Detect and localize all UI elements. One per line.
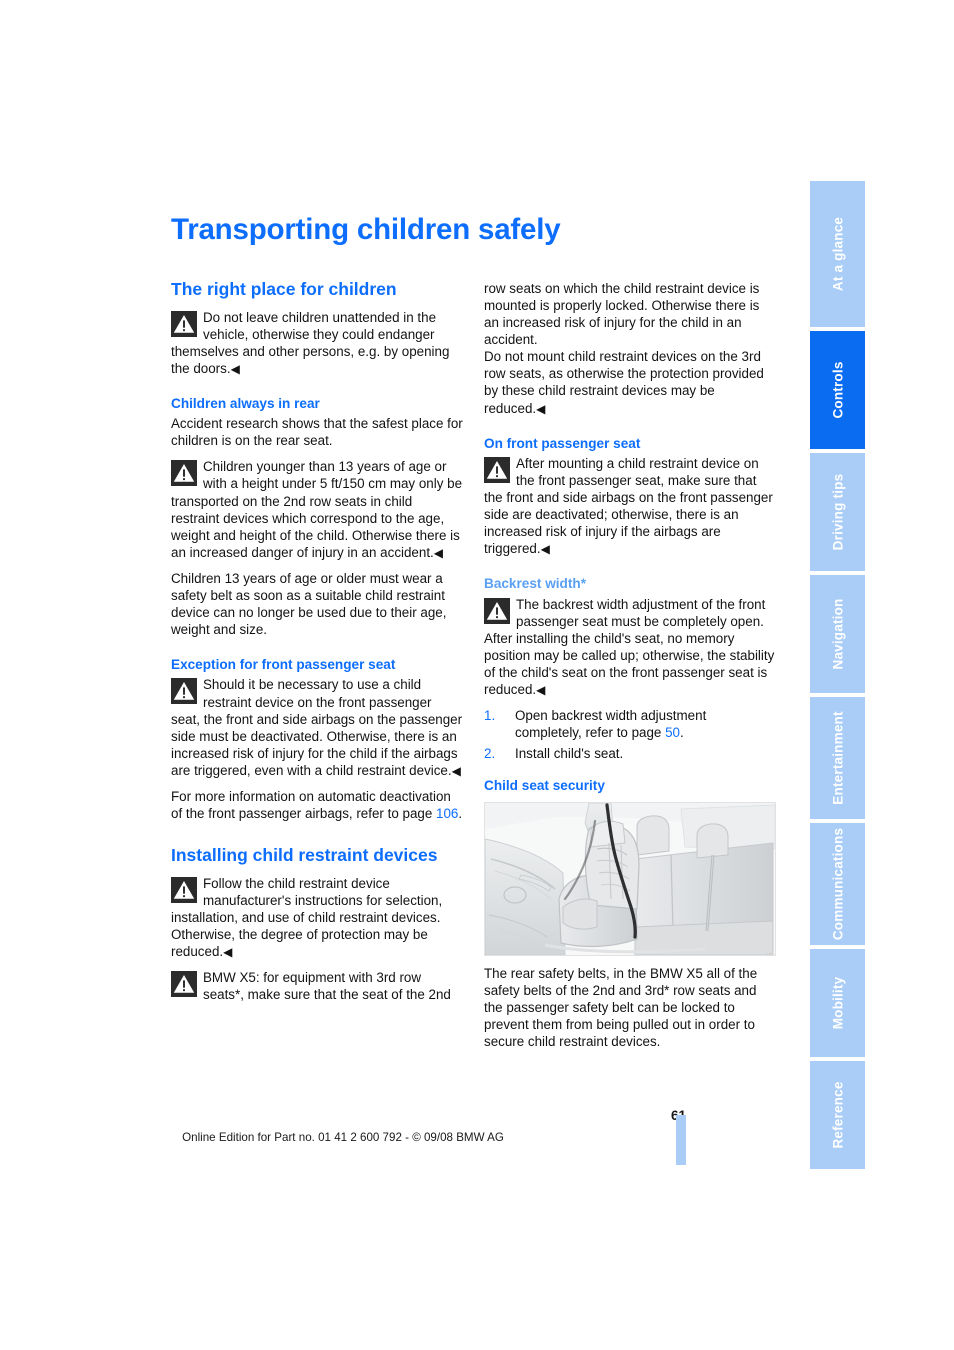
instruction-steps-list: 1. Open backrest width adjustment complet…: [484, 707, 776, 762]
paragraph-text: For more information on automatic deacti…: [171, 788, 451, 821]
subheading-children-always-in-rear: Children always in rear: [171, 395, 320, 411]
footer-edition-notice: Online Edition for Part no. 01 41 2 600 …: [182, 1131, 504, 1144]
step-number: 2.: [484, 746, 496, 762]
sidebar-tab-label: Reference: [830, 1081, 845, 1149]
paragraph-rear-safety-belts: The rear safety belts, in the BMW X5 all…: [484, 965, 758, 1050]
end-of-warning-icon: ◀: [536, 683, 546, 698]
sidebar-tab-label: Mobility: [830, 976, 845, 1030]
page-reference-link-106[interactable]: 106: [436, 806, 458, 821]
sidebar-tab-entertainment[interactable]: Entertainment: [810, 697, 865, 819]
section-heading-right-place: The right place for children: [171, 278, 397, 299]
page-content: Transporting children safely The right p…: [171, 213, 786, 1049]
step-number: 1.: [484, 708, 496, 724]
figure-child-seat-in-rear: W01110305: [484, 801, 776, 956]
warning-do-not-leave-children: Do not leave children unattended in the …: [171, 309, 463, 377]
end-of-warning-icon: ◀: [536, 401, 546, 416]
sidebar-tab-mobility[interactable]: Mobility: [810, 949, 865, 1057]
list-item: 1. Open backrest width adjustment complet…: [484, 707, 776, 741]
warning-text: After mounting a child restraint device …: [484, 455, 773, 557]
step-text: Install child's seat.: [515, 746, 624, 762]
warning-triangle-icon: [171, 876, 197, 903]
paragraph-children-13-or-older: Children 13 years of age or older must w…: [171, 570, 447, 638]
sidebar-tab-navigation[interactable]: Navigation: [810, 575, 865, 693]
warning-text: Do not leave children unattended in the …: [171, 309, 450, 376]
warning-backrest-width-adjustment: The backrest width adjustment of the fro…: [484, 596, 776, 698]
warning-bmw-x5-3rd-row: BMW X5: for equipment with 3rd row seats…: [171, 969, 463, 1003]
warning-triangle-icon: [171, 678, 197, 705]
subheading-on-front-passenger-seat: On front passenger seat: [484, 435, 641, 451]
sidebar-tab-label: Driving tips: [830, 473, 845, 551]
warning-children-under-13: Children younger than 13 years of age or…: [171, 458, 463, 560]
warning-front-passenger-airbag: Should it be necessary to use a child re…: [171, 676, 463, 778]
end-of-warning-icon: ◀: [433, 545, 444, 560]
paragraph-continued-row-seats: row seats on which the child restraint d…: [484, 280, 760, 348]
page-reference-link-50[interactable]: 50: [665, 725, 680, 740]
subheading-backrest-width: Backrest width*: [484, 576, 586, 592]
footer-accent-bar: [676, 1115, 686, 1165]
sidebar-tab-controls[interactable]: Controls: [810, 331, 865, 449]
warning-triangle-icon: [484, 597, 510, 624]
sidebar-tab-driving-tips[interactable]: Driving tips: [810, 453, 865, 571]
section-tab-rail: At a glance Controls Driving tips Naviga…: [810, 181, 865, 1169]
sidebar-tab-communications[interactable]: Communications: [810, 823, 865, 945]
paragraph-text-end: .: [458, 805, 463, 821]
warning-text: Should it be necessary to use a child re…: [171, 677, 463, 778]
list-item: 2. Install child's seat.: [484, 745, 776, 762]
page-number: 61: [0, 1108, 686, 1123]
paragraph-do-not-mount-3rd-row: Do not mount child restraint devices on …: [484, 348, 776, 416]
warning-triangle-icon: [171, 310, 197, 337]
paragraph-text: Do not mount child restraint devices on …: [484, 349, 764, 416]
section-heading-installing-devices: Installing child restraint devices: [171, 845, 438, 866]
warning-after-mounting-device: After mounting a child restraint device …: [484, 455, 776, 557]
manual-page: At a glance Controls Driving tips Naviga…: [0, 0, 954, 1350]
warning-triangle-icon: [484, 456, 510, 483]
end-of-warning-icon: ◀: [540, 542, 550, 557]
sidebar-tab-label: Entertainment: [830, 711, 845, 805]
figure-code: W01110305: [768, 952, 774, 955]
end-of-warning-icon: ◀: [230, 361, 240, 376]
warning-text: Follow the child restraint device manufa…: [171, 875, 443, 959]
warning-text: BMW X5: for equipment with 3rd row seats…: [203, 970, 451, 1003]
subheading-child-seat-security: Child seat security: [484, 778, 605, 794]
paragraph-accident-research: Accident research shows that the safest …: [171, 416, 463, 449]
end-of-warning-icon: ◀: [223, 944, 233, 959]
paragraph-automatic-deactivation: For more information on automatic deacti…: [171, 788, 463, 822]
left-column: The right place for children Do not leav…: [171, 278, 463, 1012]
sidebar-tab-label: Navigation: [830, 598, 845, 670]
sidebar-tab-label: At a glance: [830, 216, 845, 292]
warning-triangle-icon: [171, 971, 197, 998]
sidebar-tab-label: Communications: [830, 827, 845, 941]
sidebar-tab-reference[interactable]: Reference: [810, 1061, 865, 1169]
sidebar-tab-at-a-glance[interactable]: At a glance: [810, 181, 865, 327]
warning-text: Children younger than 13 years of age or…: [171, 459, 463, 560]
end-of-warning-icon: ◀: [451, 763, 461, 778]
warning-follow-manufacturer-instructions: Follow the child restraint device manufa…: [171, 875, 463, 960]
warning-text: The backrest width adjustment of the fro…: [484, 596, 775, 698]
vehicle-interior-illustration: [485, 802, 775, 955]
right-column: row seats on which the child restraint d…: [484, 280, 776, 1059]
warning-triangle-icon: [171, 460, 197, 487]
subheading-exception-front-passenger: Exception for front passenger seat: [171, 657, 396, 673]
step-text-end: .: [680, 725, 684, 741]
page-title: Transporting children safely: [171, 213, 561, 246]
sidebar-tab-label: Controls: [830, 361, 845, 419]
